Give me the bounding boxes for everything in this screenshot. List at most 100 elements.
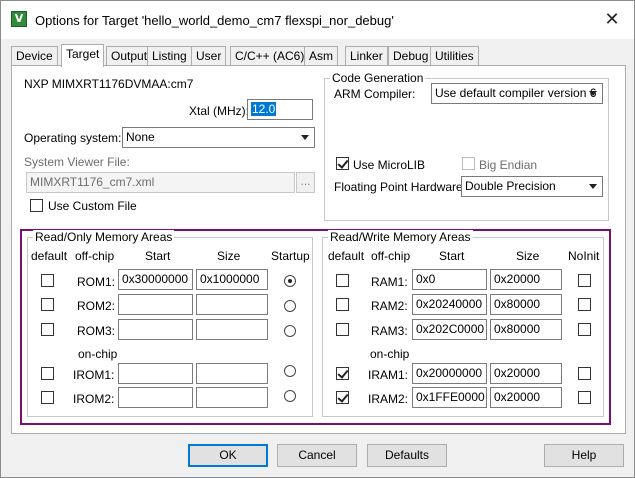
arm-compiler-select[interactable]: Use default compiler version 6 (431, 83, 603, 104)
tab-utilities[interactable]: Utilities (430, 46, 479, 66)
fph-value: Double Precision (465, 179, 556, 193)
big-endian-checkbox[interactable] (462, 157, 475, 170)
ram1-default-checkbox[interactable] (336, 274, 349, 287)
iram2-size-input[interactable]: 0x20000 (490, 387, 562, 408)
rom3-start-input[interactable] (118, 319, 193, 340)
ram2-default-checkbox[interactable] (336, 298, 349, 311)
ram1-size-input[interactable]: 0x20000 (490, 269, 562, 290)
use-microlib-checkbox[interactable] (336, 157, 349, 170)
defaults-button[interactable]: Defaults (367, 444, 447, 467)
ram2-size-input[interactable]: 0x80000 (490, 294, 562, 315)
tab-user[interactable]: User (191, 46, 227, 66)
tab-cc-ac6[interactable]: C/C++ (AC6) (230, 46, 310, 66)
rom3-size-input[interactable] (196, 319, 268, 340)
rom2-size-input[interactable] (196, 294, 268, 315)
svf-browse-button[interactable]: ... (296, 172, 315, 193)
rom2-start-input[interactable] (118, 294, 193, 315)
rom2-default-checkbox[interactable] (41, 298, 54, 311)
irom2-label: IROM2: (73, 392, 115, 406)
title-bar: V Options for Target 'hello_world_demo_c… (1, 1, 634, 39)
help-button[interactable]: Help (544, 444, 624, 467)
ro-header-start: Start (145, 249, 171, 263)
cancel-button[interactable]: Cancel (277, 444, 357, 467)
rom3-default-checkbox[interactable] (41, 323, 54, 336)
rw-header-size: Size (516, 249, 540, 263)
tab-output[interactable]: Output (106, 46, 153, 66)
rom3-label: ROM3: (77, 324, 116, 338)
arm-compiler-label: ARM Compiler: (334, 87, 416, 101)
rom3-startup-radio[interactable] (284, 325, 296, 337)
arm-compiler-value: Use default compiler version 6 (435, 86, 597, 100)
ram3-size-input[interactable]: 0x80000 (490, 319, 562, 340)
ro-memory-legend: Read/Only Memory Areas (33, 230, 175, 244)
os-select[interactable]: None (122, 127, 315, 148)
rom1-size-input[interactable]: 0x1000000 (196, 269, 268, 290)
ro-header-default: default (31, 249, 68, 263)
iram1-default-checkbox[interactable] (336, 367, 349, 380)
svf-input[interactable]: MIMXRT1176_cm7.xml (26, 172, 295, 193)
xtal-label: Xtal (MHz): (189, 104, 249, 118)
iram1-start-input[interactable]: 0x20000000 (412, 363, 487, 384)
ok-button[interactable]: OK (188, 444, 268, 467)
use-microlib-label: Use MicroLIB (353, 158, 426, 172)
iram2-noinit-checkbox[interactable] (578, 391, 591, 404)
ram2-label: RAM2: (371, 299, 408, 313)
rw-header-offchip: off-chip (371, 249, 411, 263)
ro-header-startup: Startup (271, 249, 310, 263)
rw-header-start: Start (439, 249, 465, 263)
xtal-input[interactable]: 12.0 (247, 99, 313, 120)
ro-header-offchip: off-chip (75, 249, 115, 263)
tab-target[interactable]: Target (61, 44, 105, 67)
iram1-label: IRAM1: (368, 368, 409, 382)
ram1-noinit-checkbox[interactable] (578, 274, 591, 287)
rom2-label: ROM2: (77, 299, 116, 313)
tab-listing[interactable]: Listing (147, 46, 192, 66)
rw-header-noinit: NoInit (568, 249, 600, 263)
rom1-startup-radio[interactable] (284, 275, 296, 287)
rom1-default-checkbox[interactable] (41, 274, 54, 287)
ram2-noinit-checkbox[interactable] (578, 298, 591, 311)
code-generation-legend: Code Generation (330, 71, 426, 85)
tab-linker[interactable]: Linker (345, 46, 388, 66)
irom1-startup-radio[interactable] (284, 365, 296, 377)
tab-asm[interactable]: Asm (304, 46, 338, 66)
irom2-startup-radio[interactable] (284, 390, 296, 402)
close-icon[interactable]: ✕ (597, 6, 627, 34)
chevron-down-icon (585, 84, 602, 103)
use-custom-file-checkbox[interactable] (30, 199, 43, 212)
rom2-startup-radio[interactable] (284, 300, 296, 312)
tab-debug[interactable]: Debug (388, 46, 434, 66)
options-dialog: V Options for Target 'hello_world_demo_c… (0, 0, 635, 478)
window-title: Options for Target 'hello_world_demo_cm7… (35, 13, 394, 28)
irom2-size-input[interactable] (196, 387, 268, 408)
chevron-down-icon (297, 128, 314, 147)
ro-header-size: Size (217, 249, 241, 263)
fph-label: Floating Point Hardware: (334, 180, 467, 194)
ram3-start-input[interactable]: 0x202C0000 (412, 319, 487, 340)
chevron-down-icon (585, 177, 602, 196)
ram3-default-checkbox[interactable] (336, 323, 349, 336)
irom2-default-checkbox[interactable] (41, 391, 54, 404)
irom1-start-input[interactable] (118, 363, 193, 384)
rw-onchip-label: on-chip (370, 347, 410, 361)
irom2-start-input[interactable] (118, 387, 193, 408)
irom1-size-input[interactable] (196, 363, 268, 384)
ram1-label: RAM1: (371, 275, 408, 289)
rw-header-default: default (328, 249, 365, 263)
iram2-start-input[interactable]: 0x1FFE0000 (412, 387, 487, 408)
big-endian-label: Big Endian (479, 158, 538, 172)
iram1-noinit-checkbox[interactable] (578, 367, 591, 380)
fph-select[interactable]: Double Precision (461, 176, 603, 197)
ram3-noinit-checkbox[interactable] (578, 323, 591, 336)
ram2-start-input[interactable]: 0x20240000 (412, 294, 487, 315)
rw-memory-legend: Read/Write Memory Areas (328, 230, 473, 244)
ram1-start-input[interactable]: 0x0 (412, 269, 487, 290)
irom1-default-checkbox[interactable] (41, 367, 54, 380)
keil-uvision-icon: V (11, 11, 27, 27)
os-label: Operating system: (24, 131, 122, 145)
iram2-default-checkbox[interactable] (336, 391, 349, 404)
iram1-size-input[interactable]: 0x20000 (490, 363, 562, 384)
rom1-label: ROM1: (77, 275, 116, 289)
tab-device[interactable]: Device (11, 46, 58, 66)
rom1-start-input[interactable]: 0x30000000 (118, 269, 193, 290)
